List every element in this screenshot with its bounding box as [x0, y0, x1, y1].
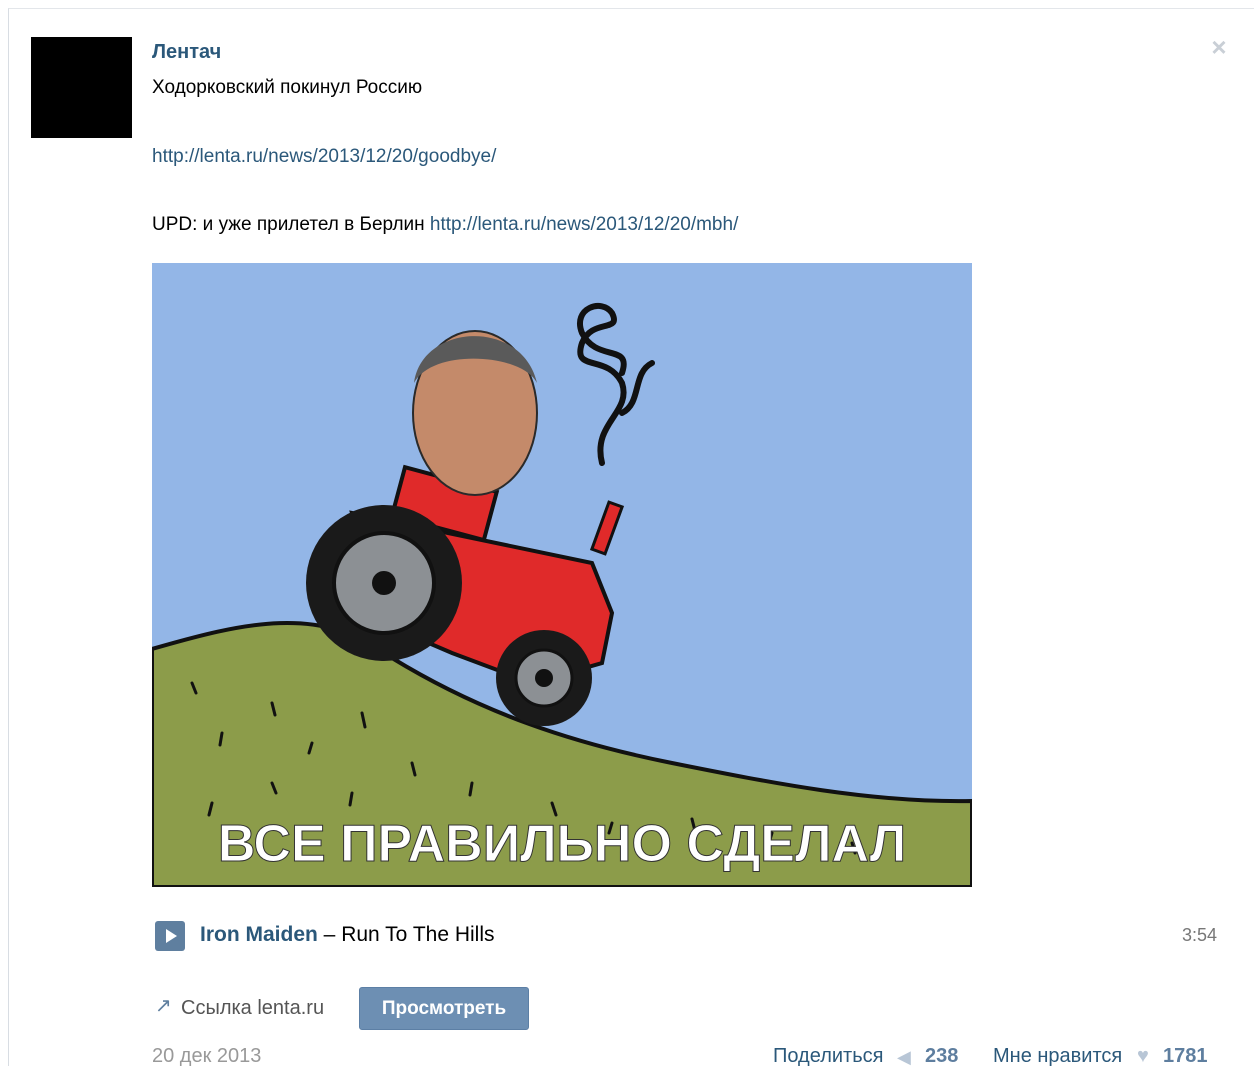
link-mbh[interactable]: http://lenta.ru/news/2013/12/20/mbh/ — [430, 214, 738, 235]
audio-artist[interactable]: Iron Maiden — [200, 923, 318, 946]
audio-duration: 3:54 — [1181, 925, 1217, 945]
view-button[interactable]: Просмотреть — [359, 987, 529, 1030]
author-name[interactable]: Лентач — [152, 41, 221, 64]
like-button[interactable]: Мне нравится — [993, 1045, 1122, 1066]
audio-track: Iron Maiden – Run To The Hills — [200, 923, 495, 947]
play-icon[interactable] — [155, 921, 185, 951]
wall-post: × Лентач Ходорковский покинул Россию htt… — [8, 8, 1254, 1066]
post-text: Ходорковский покинул Россию — [152, 77, 423, 98]
post-link-goodbye[interactable]: http://lenta.ru/news/2013/12/20/goodbye/ — [152, 146, 496, 168]
share-count: 238 — [925, 1045, 959, 1066]
like-count: 1781 — [1163, 1045, 1208, 1066]
tractor-illustration: ВСЕ ПРАВИЛЬНО СДЕЛАЛ — [152, 263, 972, 887]
audio-title: Run To The Hills — [341, 923, 495, 946]
link-attachment: ↗ Ссылка lenta.ru Просмотреть — [155, 987, 555, 1031]
heart-icon: ♥ — [1137, 1045, 1149, 1066]
link-arrow-icon: ↗ — [155, 995, 172, 1017]
author-avatar[interactable] — [31, 37, 132, 138]
close-icon[interactable]: × — [1207, 34, 1231, 60]
audio-row: Iron Maiden – Run To The Hills 3:54 — [155, 919, 1219, 951]
upd-text: UPD: и уже прилетел в Берлин — [152, 214, 425, 235]
audio-separator: – — [317, 923, 342, 946]
image-caption: ВСЕ ПРАВИЛЬНО СДЕЛАЛ — [218, 815, 906, 873]
post-upd-line: UPD: и уже прилетел в Берлин http://lent… — [152, 214, 738, 236]
post-image[interactable]: ВСЕ ПРАВИЛЬНО СДЕЛАЛ — [152, 263, 972, 887]
post-actions: Поделиться ◀ 238 Мне нравится ♥ 1781 — [773, 1045, 1223, 1066]
post-date[interactable]: 20 дек 2013 — [152, 1045, 261, 1066]
link-goodbye[interactable]: http://lenta.ru/news/2013/12/20/goodbye/ — [152, 146, 496, 167]
share-button[interactable]: Поделиться — [773, 1045, 883, 1066]
link-attachment-label[interactable]: Ссылка lenta.ru — [181, 997, 324, 1020]
megaphone-icon: ◀ — [897, 1047, 911, 1066]
